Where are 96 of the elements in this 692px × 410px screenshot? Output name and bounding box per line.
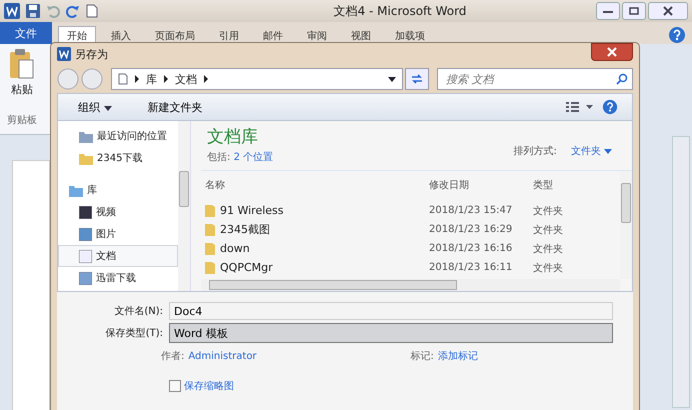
file-type-dropdown[interactable]: Word 模板 [169,323,613,343]
date-cell-text: 2018/1/23 16:29 [429,224,514,235]
folder-icon [69,184,83,196]
new-folder-button[interactable]: 新建文件夹 [142,98,208,116]
column-header[interactable]: 类型 [533,178,593,192]
locations-link[interactable]: 2 个位置 [234,152,274,163]
date-cell-text: 2018/1/23 15:47 [429,205,514,216]
sort-label: 排列方式: [513,144,557,158]
minimize-icon [603,8,613,14]
nav-item[interactable]: 图片 [58,223,178,245]
horizontal-scrollbar[interactable] [201,279,620,291]
close-icon [607,47,617,57]
file-tab[interactable]: 文件 [0,22,52,44]
search-field[interactable]: 搜索 文档 [437,68,633,90]
file-name[interactable]: 91 Wireless [220,204,284,217]
library-title: 文档库 [207,126,259,148]
organize-button[interactable]: 组织 [72,98,118,116]
chevron-right-icon[interactable] [203,75,209,83]
folder-icon [205,223,215,236]
refresh-button[interactable] [405,68,429,90]
maximize-icon [629,7,639,15]
type-cell-text: 文件夹 [533,262,564,274]
sort-dropdown[interactable]: 文件夹 [564,142,618,158]
author-link[interactable]: Administrator [188,350,257,362]
redo-icon[interactable] [66,4,80,18]
ribbon-tab[interactable]: 邮件 [254,26,292,44]
folder-icon [79,130,93,142]
chevron-right-icon[interactable] [163,75,169,83]
document-icon [118,73,128,85]
file-name[interactable]: down [220,242,250,255]
close-button[interactable] [648,2,688,20]
checkbox[interactable] [169,380,181,392]
minimize-button[interactable] [596,2,620,20]
type-cell-text: 文件夹 [533,204,564,218]
close-icon [663,6,673,16]
folder-icon [79,152,93,164]
file-icon [79,272,92,284]
close-button[interactable] [591,43,633,61]
help-icon[interactable] [668,26,686,44]
nav-item[interactable]: 文档 [58,245,178,267]
folder-icon [205,204,215,217]
vertical-scrollbar[interactable] [672,136,690,408]
nav-item[interactable]: 视频 [58,201,178,223]
save-icon[interactable] [26,4,40,18]
help-icon[interactable] [602,99,618,115]
address-bar[interactable]: 库 文档 [111,68,403,90]
maximize-button[interactable] [622,2,646,20]
column-header[interactable]: 修改日期 [429,178,533,192]
file-name[interactable]: QQPCMgr [220,261,273,274]
caret-icon[interactable] [388,76,396,82]
paste-icon[interactable] [8,48,36,80]
field-label: 文件名(N): [113,304,163,318]
folder-icon [205,261,215,274]
file-icon [79,228,92,240]
type-cell-text: 文件夹 [533,224,564,236]
nav-item[interactable]: 最近访问的位置 [58,125,178,147]
ribbon-tab[interactable]: 页面布局 [146,26,204,44]
ribbon-tab[interactable]: 审阅 [298,26,336,44]
ribbon-tab[interactable]: 加载项 [386,26,434,44]
breadcrumb-item[interactable]: 库 [146,72,157,86]
ribbon-tab[interactable]: 引用 [210,26,248,44]
dialog-title: 另存为 [75,46,108,62]
caret-icon [604,148,612,154]
author-label: 作者: [161,350,184,363]
paste-label: 粘贴 [11,82,33,97]
word-logo-icon [57,47,71,61]
add-tags-link[interactable]: 添加标记 [438,349,478,363]
nav-item[interactable]: 迅雷下载 [58,267,178,289]
field-label: 保存类型(T): [104,326,163,340]
ribbon-tab[interactable]: 插入 [102,26,140,44]
chevron-right-icon[interactable] [134,75,140,83]
date-cell-text: 2018/1/23 16:11 [429,262,514,273]
new-document-icon[interactable] [86,4,98,18]
breadcrumb-item[interactable]: 文档 [175,72,197,86]
view-options-icon[interactable] [566,102,594,112]
window-title: 文档4 - Microsoft Word [332,2,468,20]
file-icon [79,250,92,262]
file-icon [79,206,92,218]
caret-icon [104,106,112,110]
search-icon[interactable] [616,73,628,85]
ribbon-tab[interactable]: 视图 [342,26,380,44]
file-name[interactable]: 2345截图 [220,222,270,237]
word-logo-icon [4,3,20,19]
clipboard-group-label: 剪贴板 [7,114,37,127]
nav-item[interactable]: 2345下载 [58,147,178,169]
date-cell-text: 2018/1/23 16:16 [429,243,514,254]
nav-item[interactable]: 库 [58,179,178,201]
refresh-icon [410,73,424,85]
column-header[interactable]: 名称 [201,178,429,192]
filename-field[interactable]: Doc4 [169,302,613,320]
scrollbar[interactable] [178,121,190,291]
checkbox-label[interactable]: 保存缩略图 [184,379,234,393]
tags-label: 标记: [410,350,434,363]
includes-label: 包括: [207,152,230,163]
type-cell-text: 文件夹 [533,242,564,256]
folder-icon [205,242,215,255]
